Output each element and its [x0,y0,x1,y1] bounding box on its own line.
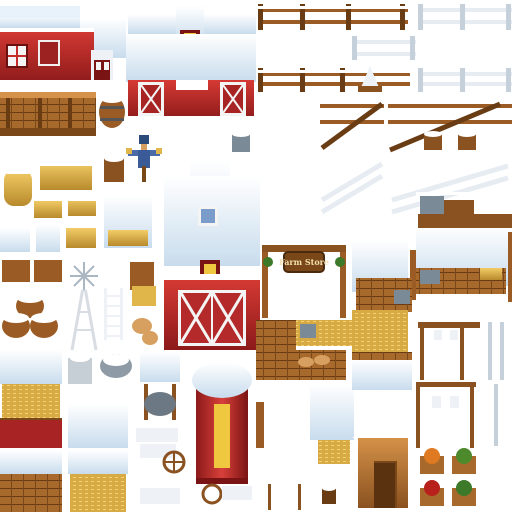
pumpkin-basket-sprite [420,448,476,474]
snow-shed-sprite [352,360,412,508]
hanging-lanterns-sprite [416,382,498,448]
scarecrow-sprite [126,132,162,182]
wooden-fence-sprite-a [258,4,408,30]
feed-trough-sprite [416,192,512,228]
farmhouse-sprite [0,6,128,84]
hay-cart-sprite [136,428,186,474]
barrel-sprite [99,93,125,128]
snow-pen-sprite-c [0,450,128,512]
hay-bale-sprite [4,158,96,218]
farm-store-sign: Farm Store [279,257,329,267]
barn-small-sprite [164,160,260,350]
stump-sprite-b [424,131,476,150]
snow-pen-sprite-a [0,350,62,424]
campfire-sprite [358,66,382,92]
white-fence-sprite-a [418,4,512,30]
milk-can-sprite [68,354,92,384]
farm-store-gate-sprite: Farm Store [262,240,346,318]
fence-gate-sprite [320,101,512,153]
snow-block-sprite [104,196,152,248]
tileset-sheet: Farm Store [0,0,512,512]
white-fence-sprite-b [352,36,416,60]
ladder-sprite [104,288,123,340]
lamp-post-sprite [418,322,504,380]
stump-sprite-a [104,154,124,182]
barn-large-sprite [126,6,256,122]
lantern-post-sprite [256,384,354,464]
wooden-crate-sprite [2,254,62,282]
windmill-sprite [70,262,98,351]
market-stall-sprite [352,226,512,312]
wooden-fence-sprite-b [258,68,410,92]
white-fence-sprite-d [320,161,509,215]
tool-sprites [140,483,336,510]
apple-basket-sprite [420,480,476,506]
white-fence-sprite-c [418,68,512,92]
barrel-stack-sprite [2,293,58,338]
bucket-sprite [232,131,250,152]
sack-sprite [130,262,158,345]
wooden-porch-sprite [0,92,96,136]
small-crate-sprite [0,224,96,252]
silo-sprite [192,362,252,484]
